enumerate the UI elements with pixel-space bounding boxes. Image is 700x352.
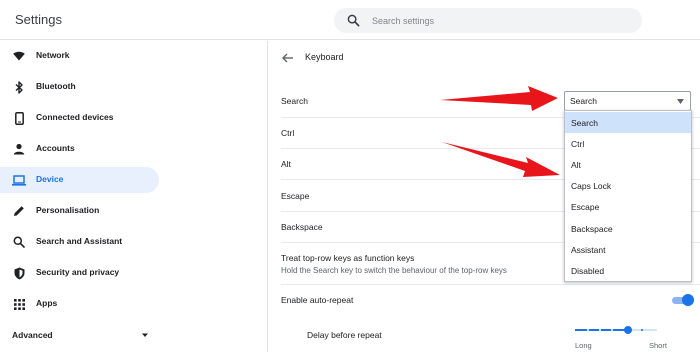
slider-tick [587,329,589,331]
sidebar-item-personalisation[interactable]: Personalisation [0,198,159,224]
option-label: Backspace [571,224,613,234]
sidebar: Network Bluetooth Connected devices Acco… [0,41,268,352]
option-label: Ctrl [571,139,585,149]
sidebar-item-bluetooth[interactable]: Bluetooth [0,74,159,100]
option-label: Search [571,118,598,128]
sidebar-item-label: Security and privacy [36,267,120,277]
sidebar-item-search-and-assistant[interactable]: Search and Assistant [0,229,159,255]
dropdown-option-ctrl[interactable]: Ctrl [565,133,691,154]
search-bar[interactable] [334,8,642,33]
escape-key-label: Escape [281,191,310,201]
search-key-select[interactable]: Search [564,91,691,111]
auto-repeat-row: Enable auto-repeat [281,284,700,315]
slider-min-label: Long [575,341,592,350]
search-icon [12,235,26,249]
sidebar-item-label: Personalisation [36,205,100,215]
sidebar-item-security-and-privacy[interactable]: Security and privacy [0,260,159,286]
option-label: Disabled [571,266,605,276]
sidebar-item-network[interactable]: Network [0,43,159,69]
search-input[interactable] [372,13,622,28]
advanced-label: Advanced [12,330,53,340]
toggle-knob [682,294,694,306]
option-label: Alt [571,160,581,170]
laptop-icon [12,173,26,187]
alt-key-label: Alt [281,159,291,169]
app-title: Settings [15,12,62,27]
person-icon [12,142,26,156]
dropdown-option-search[interactable]: Search [565,112,691,133]
sidebar-item-connected-devices[interactable]: Connected devices [0,105,159,131]
page-title: Keyboard [305,52,344,62]
back-arrow-icon[interactable] [281,51,295,65]
dropdown-option-caps-lock[interactable]: Caps Lock [565,175,691,196]
advanced-section-toggle[interactable]: Advanced [12,329,152,343]
ctrl-key-label: Ctrl [281,128,295,138]
grid-icon [12,297,26,311]
search-icon [347,14,360,27]
auto-repeat-toggle[interactable] [672,294,694,306]
sidebar-item-label: Accounts [36,143,75,153]
option-label: Caps Lock [571,181,612,191]
slider-tick [599,329,601,331]
sidebar-item-label: Network [36,50,70,60]
delay-slider[interactable] [575,325,657,335]
dropdown-option-assistant[interactable]: Assistant [565,239,691,260]
search-key-dropdown: Search Ctrl Alt Caps Lock Escape Backspa… [564,110,692,282]
slider-thumb[interactable] [624,326,632,334]
delay-label: Delay before repeat [307,330,382,340]
slider-track-filled [575,329,628,331]
function-keys-description: Hold the Search key to switch the behavi… [281,266,507,275]
sidebar-item-label: Search and Assistant [36,236,123,246]
sidebar-item-label: Apps [36,298,58,308]
auto-repeat-label: Enable auto-repeat [281,295,354,305]
dropdown-option-alt[interactable]: Alt [565,154,691,175]
sidebar-item-accounts[interactable]: Accounts [0,136,159,162]
dropdown-option-escape[interactable]: Escape [565,196,691,217]
top-bar: Settings [0,0,700,40]
search-key-label: Search [281,96,308,106]
sidebar-item-label: Bluetooth [36,81,76,91]
backspace-key-label: Backspace [281,222,323,232]
dropdown-option-disabled[interactable]: Disabled [565,260,691,281]
sidebar-item-device[interactable]: Device [0,167,159,193]
phone-icon [12,111,26,125]
pencil-icon [12,204,26,218]
caret-down-icon [677,99,684,104]
dropdown-option-backspace[interactable]: Backspace [565,218,691,239]
bluetooth-icon [12,80,26,94]
chevron-down-icon [142,333,148,337]
slider-tick [611,329,613,331]
wifi-icon [12,49,26,63]
slider-max-label: Short [649,341,667,350]
sidebar-item-apps[interactable]: Apps [0,291,159,317]
option-label: Escape [571,202,600,212]
slider-tick [641,329,643,331]
sidebar-item-label: Connected devices [36,112,114,122]
shield-icon [12,266,26,280]
select-value: Search [570,96,597,106]
sidebar-item-label: Device [36,174,64,184]
function-keys-label: Treat top-row keys as function keys [281,253,415,263]
option-label: Assistant [571,245,606,255]
